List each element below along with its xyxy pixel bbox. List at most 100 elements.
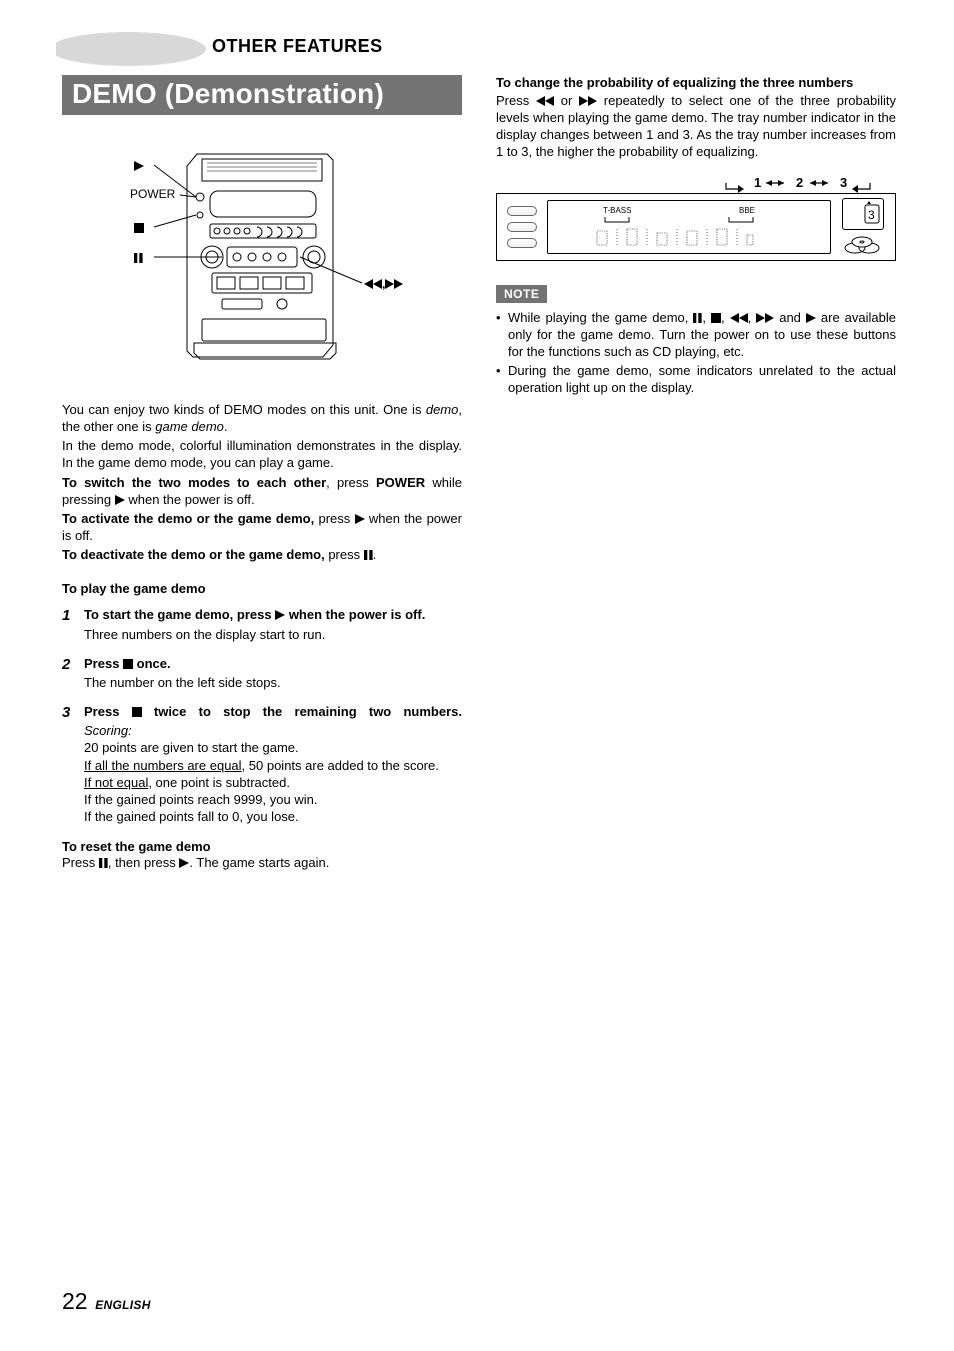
reset-heading: To reset the game demo [62,839,462,854]
pause-icon [693,313,702,323]
mini-display-panel: T-BASS BBE [547,200,831,254]
step-2-head-a: Press [84,656,123,671]
right-p-a: Press [496,93,536,108]
step-3-head: Press twice to stop the remaining two nu… [84,703,462,720]
pause-icon [99,858,108,868]
scoring-line-3-rest: , one point is subtracted. [148,775,290,790]
intro-p3b: , press [326,475,376,490]
intro-p3: To switch the two modes to each other, p… [62,474,462,508]
scoring-line-5: If the gained points fall to 0, you lose… [84,808,462,825]
stop-icon [132,707,142,717]
reset-body-p: Press , then press . The game starts aga… [62,854,462,871]
right-heading: To change the probability of equalizing … [496,75,896,90]
document-page: OTHER FEATURES DEMO (Demonstration) [0,0,954,1351]
scoring-line-2-u: If all the numbers are equal [84,758,242,773]
reset-body-c: . The game starts again. [189,855,329,870]
footer-language: ENGLISH [95,1298,150,1312]
scoring-line-3: If not equal, one point is subtracted. [84,774,462,791]
play-icon [115,495,125,505]
note-2: During the game demo, some indicators un… [496,362,896,396]
left-column: DEMO (Demonstration) [62,75,462,873]
svg-text:1: 1 [754,175,761,190]
tbass-label: T-BASS [603,206,631,215]
svg-text:3: 3 [868,208,875,222]
callout-power: POWER [130,187,175,201]
steps-list: To start the game demo, press when the p… [62,606,462,825]
device-figure: POWER , [62,129,462,379]
page-footer: 22 ENGLISH [62,1288,151,1315]
scoring-line-1: 20 points are given to start the game. [84,739,462,756]
intro-p5b: press [325,547,364,562]
scoring-line-4: If the gained points reach 9999, you win… [84,791,462,808]
rewind-icon [536,96,554,106]
step-3-body: Scoring: 20 points are given to start th… [84,722,462,825]
intro-p3e: when the power is off. [125,492,255,507]
fast-forward-icon [756,313,774,323]
page-number: 22 [62,1288,88,1314]
fast-forward-icon [385,279,403,289]
callout-seek-icons: , [364,277,403,291]
callout-stop-icon [134,221,144,235]
svg-text:2: 2 [796,175,803,190]
disc-tray-icon [841,234,885,256]
step-3-head-a: Press [84,704,132,719]
play-icon [355,514,365,524]
fast-forward-icon [579,96,597,106]
note-label: NOTE [496,285,547,303]
note-1: While playing the game demo, , , , and a… [496,309,896,360]
step-1-head-b: when the power is off. [285,607,425,622]
step-2: Press once. The number on the left side … [62,655,462,691]
intro-p1: You can enjoy two kinds of DEMO modes on… [62,401,462,435]
note-1-b: and [774,310,806,325]
section-title: DEMO (Demonstration) [62,75,462,115]
stop-icon [123,659,133,669]
right-display-group: 3 [841,198,885,256]
reset-body: Press , then press . The game starts aga… [62,854,462,871]
callout-play-icon [134,159,144,173]
stereo-diagram-svg [62,129,462,379]
play-icon [275,610,285,620]
display-panel-strip: T-BASS BBE [496,193,896,261]
rewind-icon [730,313,748,323]
right-p: Press or repeatedly to select one of the… [496,92,896,161]
right-paragraph: Press or repeatedly to select one of the… [496,92,896,161]
stop-icon [711,313,721,323]
notes-list: While playing the game demo, , , , and a… [496,309,896,397]
lozenge-icon [507,238,537,248]
note-1-a: While playing the game demo, [508,310,693,325]
intro-p4b: press [314,511,354,526]
step-3-head-b: twice to stop the remaining two numbers. [142,704,462,719]
intro-p1a: You can enjoy two kinds of DEMO modes on… [62,402,426,417]
rewind-icon [364,279,382,289]
step-1: To start the game demo, press when the p… [62,606,462,642]
right-p-b: or [554,93,579,108]
intro-p3c: POWER [376,475,425,490]
cycle-label: 1 2 3 [496,171,896,191]
tray-number-display: 3 [842,198,884,230]
lozenge-icon [507,222,537,232]
intro-p5c: . [373,547,377,562]
chapter-title: OTHER FEATURES [212,36,383,57]
step-2-head-b: once. [133,656,171,671]
intro-p5a: To deactivate the demo or the game demo, [62,547,325,562]
scoring-line-2: If all the numbers are equal, 50 points … [84,757,462,774]
step-1-body: Three numbers on the display start to ru… [84,626,462,643]
play-game-heading: To play the game demo [62,581,462,596]
intro-p1e: . [224,419,228,434]
pause-icon [134,253,143,263]
two-column-layout: DEMO (Demonstration) [62,75,898,873]
svg-text:3: 3 [840,175,847,190]
step-2-body: The number on the left side stops. [84,674,462,691]
play-icon [806,313,816,323]
callout-pause-icon [134,251,143,265]
right-column: To change the probability of equalizing … [496,75,896,873]
intro-text: You can enjoy two kinds of DEMO modes on… [62,401,462,563]
play-icon [179,858,189,868]
bbe-label: BBE [739,206,755,215]
step-1-head: To start the game demo, press when the p… [84,606,462,623]
scoring-line-3-u: If not equal [84,775,148,790]
intro-p1b: demo [426,402,459,417]
scoring-line-2-rest: , 50 points are added to the score. [242,758,439,773]
intro-p2: In the demo mode, colorful illumination … [62,437,462,471]
scoring-label: Scoring: [84,723,132,738]
